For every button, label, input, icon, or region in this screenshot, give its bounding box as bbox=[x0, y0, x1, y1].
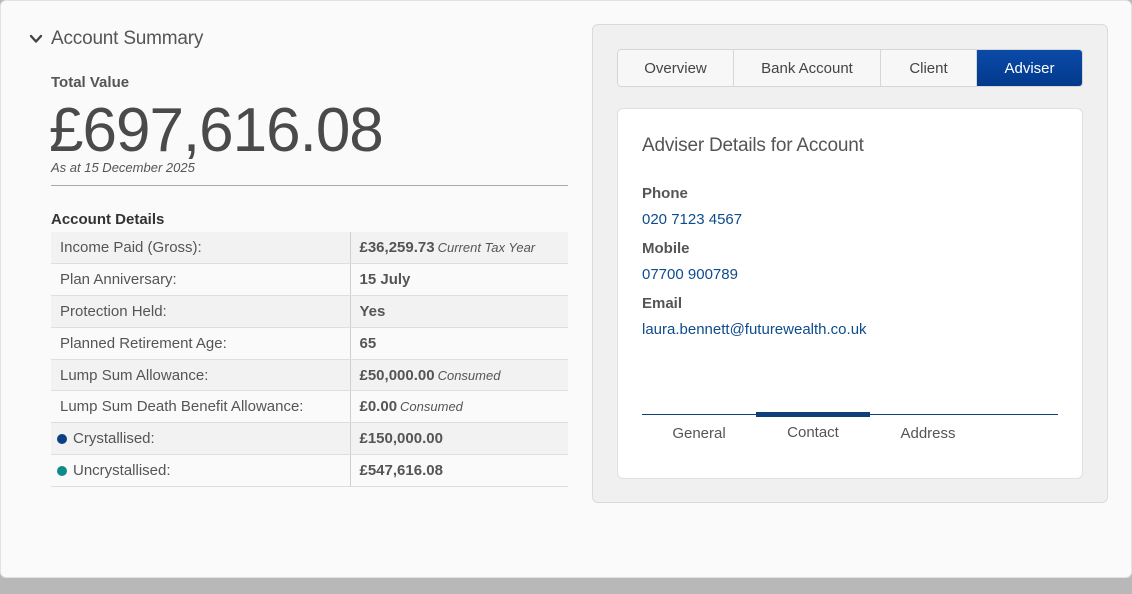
subtab-address[interactable]: Address bbox=[871, 415, 985, 451]
detail-value-cell: 15 July bbox=[350, 263, 568, 297]
detail-note: Consumed bbox=[437, 367, 501, 383]
table-row: Planned Retirement Age: 65 bbox=[51, 327, 568, 360]
detail-value: 65 bbox=[359, 334, 377, 352]
email-link[interactable]: laura.bennett@futurewealth.co.uk bbox=[642, 321, 867, 338]
email-label: Email bbox=[642, 295, 683, 312]
detail-value: £36,259.73 bbox=[359, 239, 435, 257]
detail-label: Lump Sum Death Benefit Allowance: bbox=[60, 398, 304, 416]
detail-label: Uncrystallised: bbox=[73, 461, 171, 479]
detail-label: Lump Sum Allowance: bbox=[60, 366, 209, 384]
tab-client[interactable]: Client bbox=[881, 50, 977, 86]
detail-label-cell: Lump Sum Death Benefit Allowance: bbox=[51, 390, 351, 424]
table-row: Lump Sum Death Benefit Allowance: £0.00 Co… bbox=[51, 390, 568, 424]
tab-adviser[interactable]: Adviser bbox=[977, 50, 1082, 86]
subtab-contact[interactable]: Contact bbox=[756, 412, 870, 448]
detail-value-cell: £150,000.00 bbox=[350, 422, 568, 456]
subtab-general[interactable]: General bbox=[642, 415, 756, 451]
detail-label: Income Paid (Gross): bbox=[60, 239, 202, 257]
detail-value-cell: £547,616.08 bbox=[350, 454, 568, 487]
detail-value: 15 July bbox=[359, 271, 411, 289]
table-row: Crystallised: £150,000.00 bbox=[51, 422, 568, 456]
detail-label-cell: Crystallised: bbox=[51, 422, 351, 456]
account-details-table: Income Paid (Gross): £36,259.73 Current Ta… bbox=[51, 232, 568, 487]
table-row: Protection Held: Yes bbox=[51, 295, 568, 328]
detail-label: Plan Anniversary: bbox=[60, 271, 177, 289]
detail-value-cell: 65 bbox=[350, 327, 568, 360]
page: Account Summary Total Value £697,616.08 … bbox=[0, 0, 1132, 578]
mobile-label: Mobile bbox=[642, 240, 690, 257]
total-value-label: Total Value bbox=[51, 74, 130, 91]
detail-label-cell: Lump Sum Allowance: bbox=[51, 359, 351, 392]
detail-value: £50,000.00 bbox=[359, 366, 435, 384]
phone-label: Phone bbox=[642, 185, 688, 202]
table-row: Uncrystallised: £547,616.08 bbox=[51, 454, 568, 487]
detail-value-cell: £50,000.00 Consumed bbox=[350, 359, 568, 392]
detail-value: £150,000.00 bbox=[359, 430, 443, 448]
detail-label: Planned Retirement Age: bbox=[60, 334, 227, 352]
account-summary-toggle[interactable]: Account Summary bbox=[29, 28, 203, 50]
legend-dot-icon bbox=[57, 434, 67, 445]
table-row: Income Paid (Gross): £36,259.73 Current Ta… bbox=[51, 232, 568, 265]
table-row: Lump Sum Allowance: £50,000.00 Consumed bbox=[51, 359, 568, 392]
detail-note: Consumed bbox=[400, 399, 463, 415]
as-at-date: As at 15 December 2025 bbox=[51, 160, 195, 175]
detail-value-cell: £0.00 Consumed bbox=[350, 390, 568, 424]
phone-link[interactable]: 020 7123 4567 bbox=[642, 211, 742, 228]
detail-note: Current Tax Year bbox=[437, 240, 536, 256]
total-value-amount: £697,616.08 bbox=[49, 96, 384, 165]
detail-value: £547,616.08 bbox=[359, 461, 443, 479]
detail-value-cell: Yes bbox=[350, 295, 568, 328]
legend-dot-icon bbox=[57, 465, 67, 476]
detail-label-cell: Protection Held: bbox=[51, 295, 351, 328]
detail-label-cell: Planned Retirement Age: bbox=[51, 327, 351, 360]
chevron-down-icon bbox=[29, 34, 43, 43]
mobile-link[interactable]: 07700 900789 bbox=[642, 266, 738, 283]
detail-label-cell: Uncrystallised: bbox=[51, 454, 351, 487]
adviser-subtabs: General Contact Address bbox=[642, 412, 1058, 451]
adviser-details-title: Adviser Details for Account bbox=[642, 135, 864, 156]
tab-bar: Overview Bank Account Client Adviser bbox=[617, 49, 1083, 87]
detail-value: Yes bbox=[359, 302, 386, 320]
detail-value-cell: £36,259.73 Current Tax Year bbox=[350, 232, 568, 265]
info-panel: Overview Bank Account Client Adviser Adv… bbox=[592, 24, 1108, 503]
detail-label-cell: Plan Anniversary: bbox=[51, 263, 351, 297]
account-summary-title: Account Summary bbox=[51, 28, 204, 49]
adviser-details-card: Adviser Details for Account Phone 020 71… bbox=[617, 108, 1083, 479]
detail-label: Crystallised: bbox=[73, 430, 155, 448]
detail-value: £0.00 bbox=[359, 398, 398, 416]
tab-overview[interactable]: Overview bbox=[618, 50, 734, 86]
tab-bank-account[interactable]: Bank Account bbox=[734, 50, 881, 86]
table-row: Plan Anniversary: 15 July bbox=[51, 263, 568, 297]
account-details-heading: Account Details bbox=[51, 211, 165, 228]
divider bbox=[51, 185, 568, 186]
detail-label: Protection Held: bbox=[60, 302, 167, 320]
detail-label-cell: Income Paid (Gross): bbox=[51, 232, 351, 265]
